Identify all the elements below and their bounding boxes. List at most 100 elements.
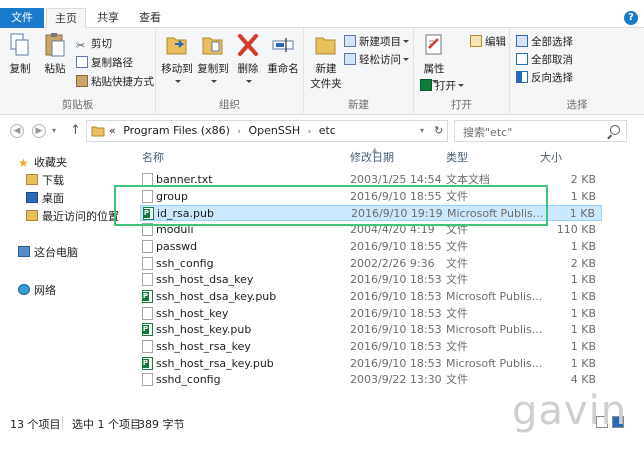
open-button[interactable]: 打开: [420, 78, 464, 95]
breadcrumb-etc[interactable]: etc: [319, 124, 336, 137]
move-to-button[interactable]: 移动到: [160, 32, 194, 88]
new-folder-label-2: 文件夹: [310, 78, 342, 90]
file-date: 2016/9/10 18:53: [350, 306, 442, 320]
breadcrumb-overflow[interactable]: «: [109, 124, 116, 137]
file-date: 2016/9/10 18:53: [350, 289, 442, 303]
nav-recent[interactable]: 最近访问的位置: [26, 208, 119, 226]
tab-share[interactable]: 共享: [88, 8, 128, 28]
file-type: 文件: [446, 256, 468, 270]
file-type: 文件: [446, 273, 468, 287]
cut-button[interactable]: ✂ 剪切: [76, 36, 112, 53]
column-header-size[interactable]: 大小: [540, 148, 562, 168]
select-all-button[interactable]: 全部选择: [516, 34, 573, 51]
rename-button[interactable]: 重命名: [266, 32, 300, 76]
file-row[interactable]: ssh_host_key.pub 2016/9/10 18:53 Microsoft…: [140, 322, 602, 338]
file-type: 文件: [446, 373, 468, 387]
file-icon: [142, 373, 153, 387]
column-header-type[interactable]: 类型: [446, 148, 468, 168]
network-icon: [18, 284, 30, 295]
file-row[interactable]: sshd_config 2003/9/22 13:30 文件 4 KB: [140, 372, 602, 388]
file-name: ssh_host_key.pub: [156, 323, 252, 337]
new-item-button[interactable]: 新建项目: [344, 34, 409, 51]
breadcrumb-separator[interactable]: ›: [237, 127, 241, 137]
file-date: 2003/9/22 13:30: [350, 373, 442, 387]
file-size: 1 KB: [570, 356, 596, 370]
file-row[interactable]: ssh_host_key 2016/9/10 18:53 文件 1 KB: [140, 306, 602, 322]
paste-label: 粘贴: [44, 63, 66, 75]
refresh-icon[interactable]: ↻: [434, 124, 443, 137]
copy-to-button[interactable]: 复制到: [196, 32, 230, 88]
select-group-label: 选择: [566, 99, 588, 111]
nav-network[interactable]: 网络: [18, 282, 56, 300]
select-all-label: 全部选择: [531, 36, 573, 48]
rename-label: 重命名: [267, 63, 299, 75]
file-name: ssh_host_dsa_key.pub: [156, 289, 277, 303]
file-date: 2016/9/10 18:53: [350, 356, 442, 370]
computer-icon: [18, 246, 30, 257]
paste-shortcut-button[interactable]: 粘贴快捷方式: [76, 74, 154, 91]
cut-label: 剪切: [91, 38, 112, 50]
file-icon: [142, 256, 153, 270]
forward-button[interactable]: ▶: [32, 124, 46, 138]
breadcrumb-program-files[interactable]: Program Files (x86): [123, 124, 230, 137]
tab-home[interactable]: 主页: [46, 8, 86, 29]
file-size: 1 KB: [570, 273, 596, 287]
file-row[interactable]: ssh_host_rsa_key.pub 2016/9/10 18:53 Micro…: [140, 356, 602, 372]
nav-downloads[interactable]: 下载: [26, 172, 64, 190]
open-label: 打开: [435, 80, 456, 92]
delete-button[interactable]: 删除: [234, 32, 262, 88]
column-header-name[interactable]: 名称: [142, 148, 164, 168]
file-row[interactable]: passwd 2016/9/10 18:55 文件 1 KB: [140, 239, 602, 255]
address-bar[interactable]: « Program Files (x86) › OpenSSH › etc: [86, 120, 448, 142]
file-name: ssh_host_key: [156, 306, 229, 320]
move-to-dropdown-icon: [175, 80, 181, 83]
easy-access-button[interactable]: 轻松访问: [344, 52, 409, 69]
delete-x-icon: [238, 34, 258, 56]
copy-button[interactable]: 复制: [6, 32, 34, 76]
recent-locations-chevron-icon[interactable]: ▾: [52, 126, 56, 135]
move-to-label: 移动到: [161, 63, 193, 75]
delete-dropdown-icon: [246, 80, 252, 83]
file-date: 2016/9/10 18:53: [350, 323, 442, 337]
paste-button[interactable]: 粘贴: [40, 32, 70, 76]
help-icon[interactable]: ?: [624, 11, 638, 25]
file-row[interactable]: ssh_host_dsa_key.pub 2016/9/10 18:53 Micro…: [140, 289, 602, 305]
back-button[interactable]: ◀: [10, 124, 24, 138]
tab-view[interactable]: 查看: [130, 8, 170, 28]
file-row[interactable]: ssh_config 2002/2/26 9:36 文件 2 KB: [140, 256, 602, 272]
publisher-file-icon: [142, 356, 153, 370]
file-size: 1 KB: [570, 189, 596, 203]
copy-to-label: 复制到: [197, 63, 229, 75]
breadcrumb-openssh[interactable]: OpenSSH: [248, 124, 300, 137]
file-date: 2016/9/10 18:53: [350, 273, 442, 287]
select-none-button[interactable]: 全部取消: [516, 52, 573, 69]
new-folder-button[interactable]: 新建 文件夹: [308, 32, 344, 91]
breadcrumb-separator[interactable]: ›: [308, 127, 312, 137]
address-dropdown-icon[interactable]: ▾: [420, 126, 424, 135]
search-box[interactable]: 搜索"etc": [454, 120, 627, 142]
tab-file[interactable]: 文件: [0, 8, 44, 28]
properties-label: 属性: [423, 63, 445, 75]
new-folder-icon: [315, 37, 336, 55]
nav-desktop[interactable]: 桌面: [26, 190, 64, 208]
vertical-scrollbar[interactable]: [626, 146, 644, 408]
ribbon: 复制 粘贴 ✂ 剪切 复制路径 粘贴快捷方式 剪贴板 移动到 复制到 删除 重命…: [0, 28, 644, 115]
file-size: 1 KB: [569, 207, 595, 221]
nav-this-pc[interactable]: 这台电脑: [18, 244, 78, 262]
publisher-file-icon: [142, 323, 153, 337]
file-type: 文件: [446, 340, 468, 353]
downloads-folder-icon: [26, 174, 38, 185]
column-header-date[interactable]: 修改日期: [350, 148, 394, 168]
copy-path-button[interactable]: 复制路径: [76, 55, 133, 72]
select-none-label: 全部取消: [531, 54, 573, 66]
invert-selection-button[interactable]: 反向选择: [516, 70, 573, 87]
up-arrow-icon[interactable]: ↑: [70, 123, 81, 138]
edit-button[interactable]: 编辑: [470, 34, 506, 51]
recent-places-icon: [26, 210, 38, 221]
file-row[interactable]: ssh_host_rsa_key 2016/9/10 18:53 文件 1 KB: [140, 339, 602, 355]
organize-group: 移动到 复制到 删除 重命名 组织: [156, 28, 304, 115]
new-folder-label-1: 新建: [315, 63, 337, 75]
file-row[interactable]: ssh_host_dsa_key 2016/9/10 18:53 文件 1 KB: [140, 272, 602, 288]
file-size: 1 KB: [570, 323, 596, 337]
nav-favorites[interactable]: ★ 收藏夹: [18, 154, 67, 172]
